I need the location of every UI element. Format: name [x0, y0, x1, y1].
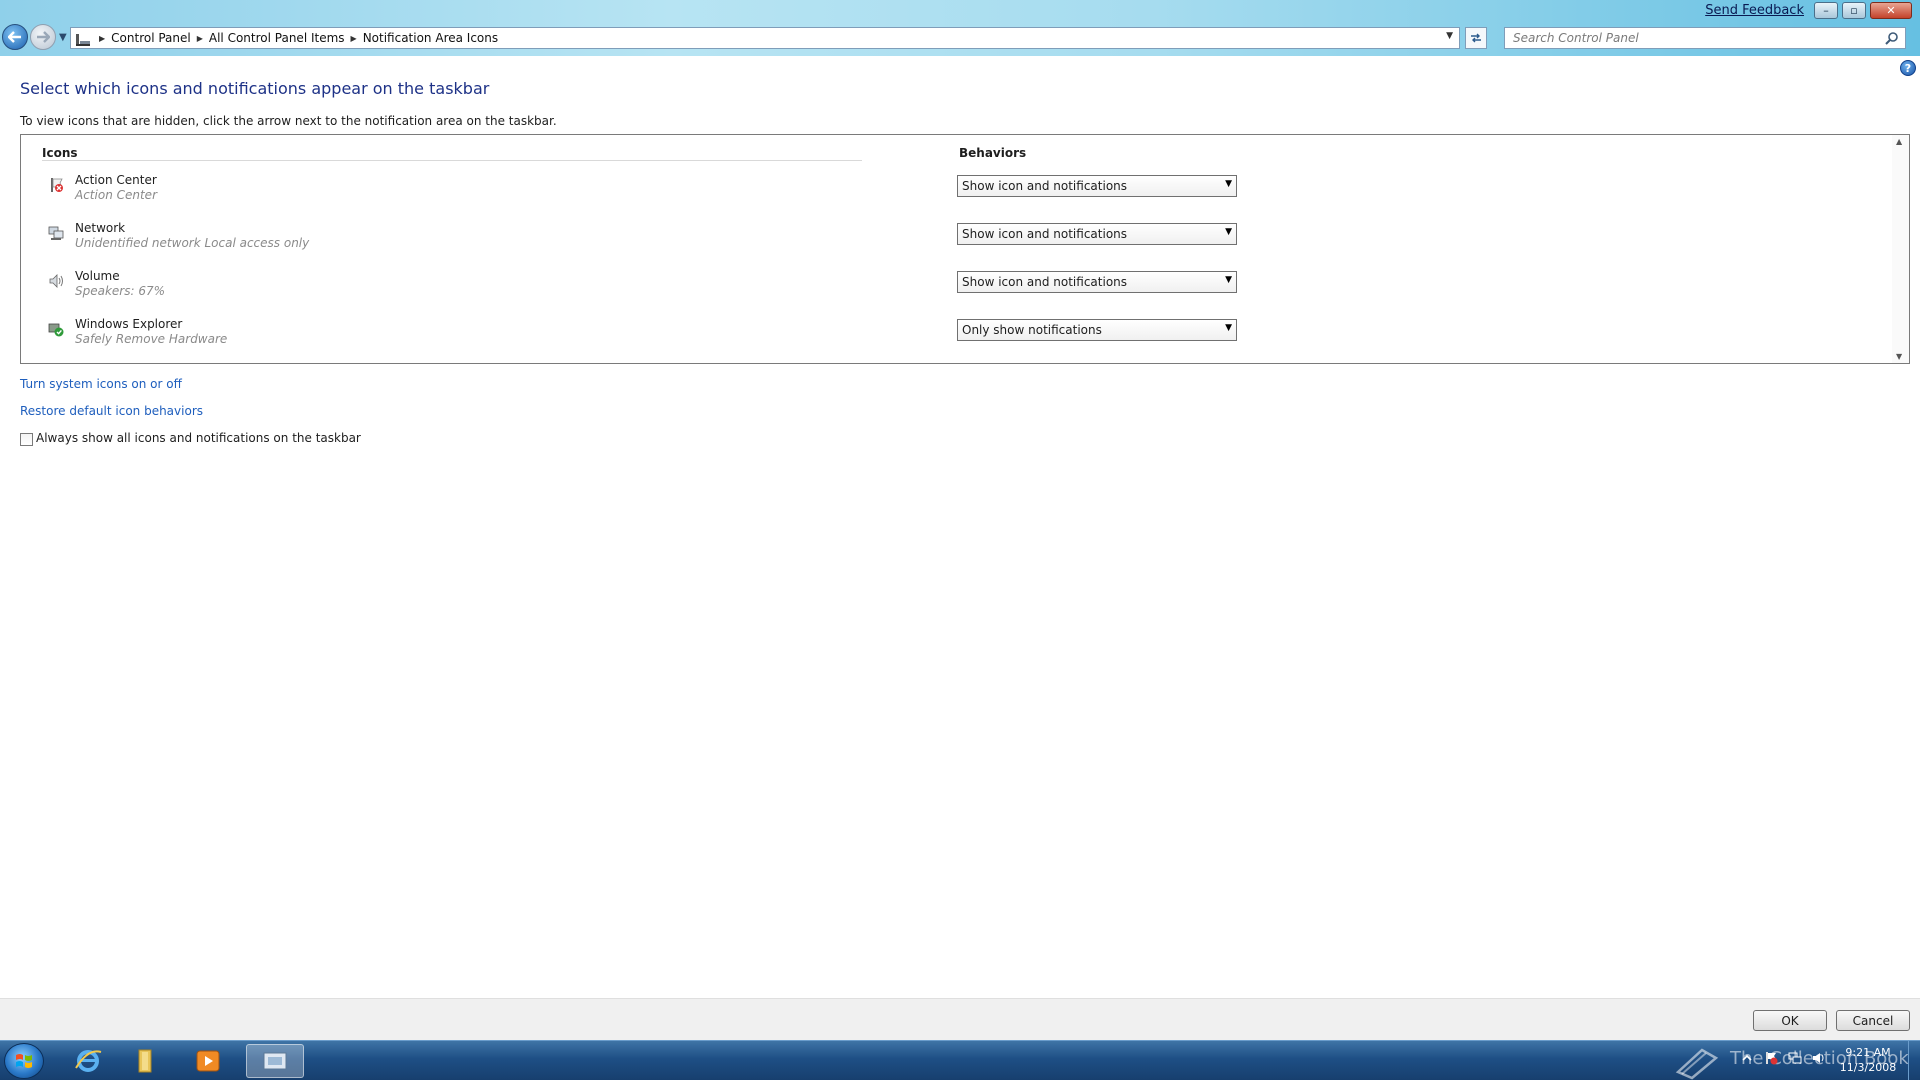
scroll-up-icon[interactable]: ▲ — [1896, 137, 1902, 146]
minimize-button[interactable]: – — [1814, 1, 1838, 19]
item-name: Windows Explorer — [75, 317, 183, 331]
address-dropdown-icon[interactable]: ▼ — [1446, 31, 1453, 41]
column-header-icons: Icons — [42, 146, 78, 160]
show-hidden-icons-icon[interactable] — [1740, 1051, 1754, 1065]
instruction-text: To view icons that are hidden, click the… — [20, 114, 557, 128]
control-panel-icon — [75, 30, 93, 46]
network-icon — [48, 226, 64, 240]
item-description: Speakers: 67% — [75, 284, 166, 298]
selected-behavior: Show icon and notifications — [962, 227, 1128, 241]
arrow-left-icon — [8, 31, 21, 43]
list-item: Action Center Action Center Show icon an… — [21, 169, 1881, 213]
control-panel-taskbar-button[interactable] — [246, 1044, 304, 1078]
start-button[interactable] — [4, 1043, 44, 1079]
caption-area: Send Feedback – ▫ ✕ — [1705, 0, 1912, 20]
refresh-button[interactable] — [1465, 27, 1487, 49]
vertical-scrollbar[interactable]: ▲ ▼ — [1892, 135, 1909, 363]
item-description: Action Center — [75, 188, 157, 202]
list-item: Volume Speakers: 67% Show icon and notif… — [21, 265, 1881, 309]
behavior-select-network[interactable]: Show icon and notifications ▼ — [957, 223, 1237, 245]
restore-defaults-link[interactable]: Restore default icon behaviors — [20, 404, 203, 418]
item-description: Unidentified network Local access only — [75, 236, 310, 250]
help-icon[interactable]: ? — [1900, 60, 1916, 76]
control-panel-window-icon — [263, 1052, 287, 1070]
chevron-down-icon: ▼ — [1225, 179, 1232, 189]
action-center-tray-icon[interactable] — [1764, 1051, 1778, 1065]
volume-tray-icon[interactable] — [1812, 1051, 1826, 1065]
dialog-button-bar: OK Cancel — [0, 998, 1920, 1040]
forward-button[interactable] — [30, 24, 56, 50]
send-feedback-link[interactable]: Send Feedback — [1705, 3, 1804, 18]
chevron-down-icon: ▼ — [1225, 323, 1232, 333]
clock-time: 9:21 AM — [1845, 1046, 1891, 1059]
notification-area — [1740, 1051, 1826, 1065]
search-placeholder: Search Control Panel — [1513, 31, 1639, 45]
folder-icon — [138, 1049, 152, 1073]
item-name: Action Center — [75, 173, 157, 187]
media-player-icon — [196, 1050, 220, 1072]
arrow-right-icon — [37, 31, 50, 43]
watermark-book-logo — [1675, 1048, 1719, 1080]
internet-explorer-icon — [75, 1050, 102, 1072]
windows-explorer-taskbar-button[interactable] — [120, 1044, 172, 1078]
item-name: Volume — [75, 269, 120, 283]
back-button[interactable] — [2, 24, 28, 50]
behavior-select-volume[interactable]: Show icon and notifications ▼ — [957, 271, 1237, 293]
internet-explorer-taskbar-button[interactable] — [62, 1044, 114, 1078]
chevron-down-icon: ▼ — [1225, 227, 1232, 237]
list-item: Network Unidentified network Local acces… — [21, 217, 1881, 261]
media-player-taskbar-button[interactable] — [182, 1044, 234, 1078]
behavior-select-action-center[interactable]: Show icon and notifications ▼ — [957, 175, 1237, 197]
refresh-icon — [1471, 33, 1481, 43]
clock-date: 11/3/2008 — [1839, 1061, 1897, 1074]
chevron-down-icon: ▼ — [1225, 275, 1232, 285]
search-input[interactable]: Search Control Panel — [1504, 27, 1906, 49]
safely-remove-hardware-icon — [48, 323, 64, 337]
breadcrumb-separator: ▶ — [350, 33, 357, 43]
selected-behavior: Show icon and notifications — [962, 275, 1128, 289]
item-name: Network — [75, 221, 126, 235]
ok-button[interactable]: OK — [1753, 1010, 1827, 1031]
taskbar: The Collection Book 9:21 AM 11/3/2008 — [0, 1040, 1920, 1080]
maximize-button[interactable]: ▫ — [1842, 1, 1866, 19]
page-title: Select which icons and notifications app… — [20, 79, 490, 98]
item-description: Safely Remove Hardware — [75, 332, 228, 346]
cancel-button[interactable]: Cancel — [1836, 1010, 1910, 1031]
show-desktop-button[interactable] — [1908, 1041, 1920, 1080]
always-show-label[interactable]: Always show all icons and notifications … — [36, 431, 361, 445]
title-bar: Send Feedback – ▫ ✕ ▼ ▶ Control Panel ▶ … — [0, 0, 1920, 56]
windows-logo-icon — [16, 1054, 32, 1068]
column-header-behaviors: Behaviors — [959, 146, 1027, 160]
address-bar[interactable]: ▶ Control Panel ▶ All Control Panel Item… — [70, 27, 1460, 49]
column-divider — [42, 160, 862, 161]
turn-system-icons-link[interactable]: Turn system icons on or off — [20, 377, 182, 391]
notification-icons-list: Icons Behaviors Action Center Action Cen… — [20, 134, 1910, 364]
speaker-icon — [49, 274, 63, 288]
behavior-select-windows-explorer[interactable]: Only show notifications ▼ — [957, 319, 1237, 341]
breadcrumb-notification-area-icons[interactable]: Notification Area Icons — [363, 31, 498, 45]
scroll-down-icon[interactable]: ▼ — [1896, 352, 1902, 361]
list-item: Windows Explorer Safely Remove Hardware … — [21, 313, 1881, 357]
recent-pages-dropdown-icon[interactable]: ▼ — [59, 32, 67, 43]
selected-behavior: Only show notifications — [962, 323, 1102, 337]
breadcrumb-control-panel[interactable]: Control Panel — [111, 31, 191, 45]
breadcrumb-separator: ▶ — [99, 33, 106, 43]
close-button[interactable]: ✕ — [1870, 1, 1912, 19]
action-center-flag-icon — [51, 178, 63, 192]
navigation-buttons: ▼ — [2, 24, 67, 50]
taskbar-clock[interactable]: 9:21 AM 11/3/2008 — [1832, 1045, 1904, 1075]
always-show-checkbox[interactable] — [20, 433, 33, 446]
network-tray-icon[interactable] — [1788, 1051, 1802, 1065]
selected-behavior: Show icon and notifications — [962, 179, 1128, 193]
breadcrumb-all-items[interactable]: All Control Panel Items — [209, 31, 345, 45]
search-icon[interactable] — [1885, 31, 1899, 45]
breadcrumb-separator: ▶ — [196, 33, 203, 43]
